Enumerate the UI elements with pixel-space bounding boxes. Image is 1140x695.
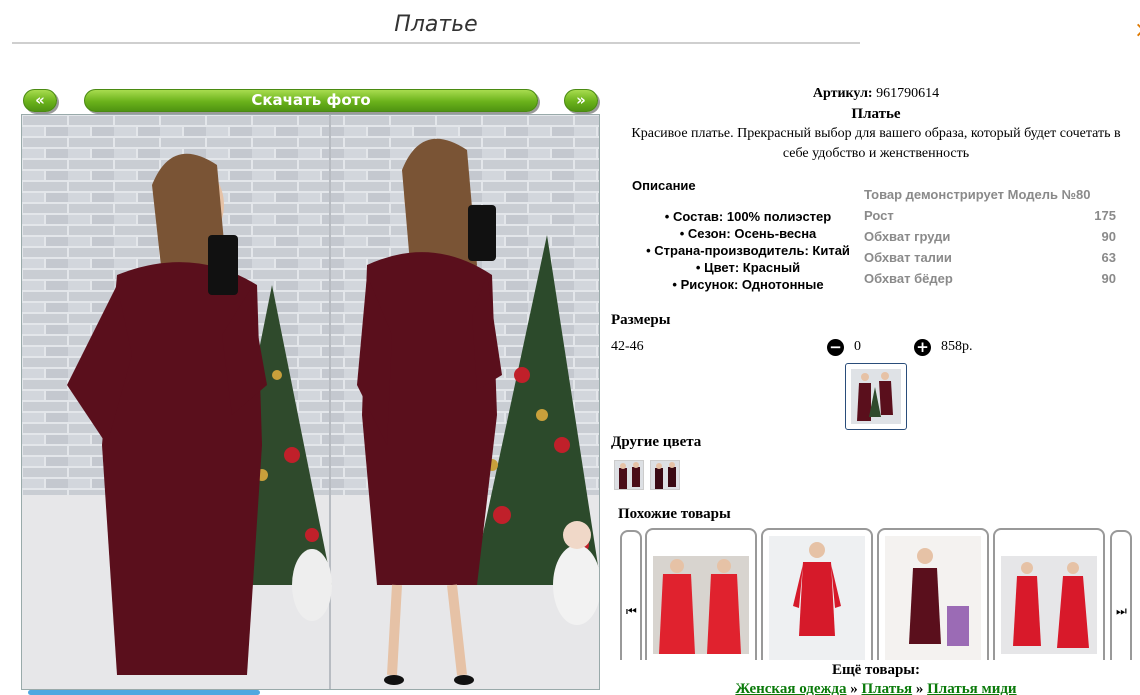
article-label: Артикул: <box>812 86 873 101</box>
details-item: Сезон: Осень-весна <box>628 225 868 242</box>
selected-photo-thumbnail[interactable] <box>845 363 907 430</box>
article-line: Артикул: 961790614 <box>626 84 1126 104</box>
details-item: Цвет: Красный <box>628 259 868 276</box>
skip-previous-icon: ⏮ <box>626 604 637 618</box>
model-row: Обхват бёдер 90 <box>864 268 1116 289</box>
product-description: Красивое платье. Прекрасный выбор для ва… <box>631 126 1121 161</box>
breadcrumb-link[interactable]: Платья <box>862 681 913 695</box>
more-products: Ещё товары: Женская одежда » Платья » Пл… <box>612 660 1140 695</box>
skip-next-icon: ⏭ <box>1116 604 1127 618</box>
model-row-label: Обхват талии <box>864 250 952 265</box>
more-products-title: Ещё товары: <box>831 662 921 678</box>
model-row-value: 90 <box>1101 229 1116 244</box>
similar-product-card[interactable] <box>645 528 757 660</box>
close-icon[interactable]: × <box>1134 18 1140 43</box>
previous-photo-button[interactable]: « <box>23 89 57 112</box>
photo-scroll-indicator[interactable] <box>28 690 260 695</box>
size-row: 42-46 − 0 + 858р. <box>611 338 1111 358</box>
product-name: Платье <box>851 106 901 122</box>
similar-product-card[interactable] <box>993 528 1105 660</box>
article-value: 961790614 <box>876 86 940 101</box>
model-row-label: Обхват груди <box>864 229 951 244</box>
carousel-next-button[interactable]: ⏭ <box>1110 530 1132 660</box>
details-list: Состав: 100% полиэстер Сезон: Осень-весн… <box>628 208 868 293</box>
increase-quantity-button[interactable]: + <box>914 339 931 356</box>
size-label: 42-46 <box>611 339 644 354</box>
similar-products-carousel: ⏮ ⏭ <box>620 528 1134 660</box>
product-info: Артикул: 961790614 Платье Красивое плать… <box>626 84 1126 164</box>
model-row-value: 90 <box>1101 271 1116 286</box>
similar-product-image <box>885 536 981 660</box>
model-row: Рост 175 <box>864 205 1116 226</box>
color-option-image <box>615 461 643 489</box>
page-title: Платье <box>12 12 860 44</box>
model-row-label: Рост <box>864 208 894 223</box>
decrease-quantity-button[interactable]: − <box>827 339 844 356</box>
similar-product-card[interactable] <box>877 528 989 660</box>
product-photo-image <box>22 115 599 689</box>
details-item: Рисунок: Однотонные <box>628 276 868 293</box>
breadcrumb-link[interactable]: Женская одежда <box>735 681 846 695</box>
quantity-value: 0 <box>854 339 861 354</box>
next-photo-button[interactable]: » <box>564 89 598 112</box>
price-value: 858р. <box>941 339 973 354</box>
model-row: Обхват груди 90 <box>864 226 1116 247</box>
breadcrumb-separator: » <box>915 681 924 695</box>
model-heading: Товар демонстрирует Модель №80 <box>864 187 1091 202</box>
carousel-prev-button[interactable]: ⏮ <box>620 530 642 660</box>
breadcrumb-link[interactable]: Платья миди <box>927 681 1016 695</box>
download-photo-button[interactable]: Скачать фото <box>84 89 538 112</box>
model-row-value: 175 <box>1094 208 1116 223</box>
color-option[interactable] <box>650 460 680 490</box>
color-option[interactable] <box>614 460 644 490</box>
color-option-image <box>651 461 679 489</box>
breadcrumb: Женская одежда » Платья » Платья миди <box>612 680 1140 695</box>
product-main-photo[interactable] <box>21 114 600 690</box>
model-row: Обхват талии 63 <box>864 247 1116 268</box>
similar-product-image <box>653 556 749 654</box>
model-row-label: Обхват бёдер <box>864 271 953 286</box>
similar-product-image <box>1001 556 1097 654</box>
similar-product-card[interactable] <box>761 528 873 660</box>
other-colors-title: Другие цвета <box>611 434 702 450</box>
details-item: Страна-производитель: Китай <box>628 242 868 259</box>
thumbnail-image <box>851 369 901 424</box>
details-title: Описание <box>632 178 696 193</box>
details-item: Состав: 100% полиэстер <box>628 208 868 225</box>
model-row-value: 63 <box>1101 250 1116 265</box>
similar-products-title: Похожие товары <box>618 506 731 522</box>
sizes-title: Размеры <box>611 312 671 328</box>
breadcrumb-separator: » <box>850 681 858 695</box>
model-measurements: Товар демонстрирует Модель №80 Рост 175 … <box>864 184 1116 289</box>
similar-product-image <box>769 536 865 660</box>
